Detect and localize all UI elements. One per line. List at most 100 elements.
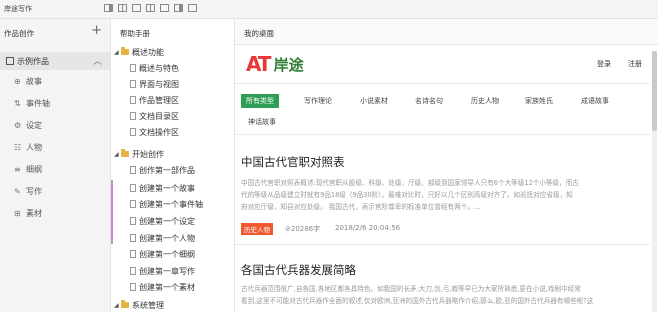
menu-item-setting[interactable]: ⚙ 设定 xyxy=(14,118,42,132)
timeline-icon: ⇅ xyxy=(14,98,21,108)
tree-folder[interactable]: ◢ 概述功能 xyxy=(114,44,164,60)
menu-item-label: 写作 xyxy=(26,186,42,196)
article-excerpt: 中国古代官职对照表概述:现代官职从股级、科级、处级、厅级、部级到国家领导人只有6… xyxy=(241,177,641,213)
tree-doc[interactable]: 文档操作区 xyxy=(130,124,179,140)
article-date: 2018/2/6 20:04:56 xyxy=(335,224,401,232)
brand-logo: AT 岸途 xyxy=(246,52,304,76)
article-excerpt: 古代兵器范围很广,自各国,各地区都各具特色。如我国的长矛,大刀,剑,弓,戟等早已… xyxy=(241,283,641,307)
title-bar: 岸途写作 xyxy=(0,0,658,19)
pencil-icon: ✎ xyxy=(14,186,21,196)
layout-right-icon[interactable] xyxy=(174,4,183,12)
tree-label: 创建第一个设定 xyxy=(139,216,195,226)
add-work-button[interactable]: + xyxy=(91,23,102,38)
scrollbar-thumb[interactable] xyxy=(652,51,657,131)
menu-item-label: 人物 xyxy=(26,142,42,152)
help-panel: 帮助手册 ◢ 概述功能 概述与特色 界面与视图 作品管理区 文档目录区 文档操作区… xyxy=(111,19,235,312)
document-icon xyxy=(130,200,136,208)
menu-item-timeline[interactable]: ⇅ 事件轴 xyxy=(14,96,50,110)
tree-doc[interactable]: 创建第一个事件轴 xyxy=(130,196,203,212)
tree-label: 创建第一个细纲 xyxy=(139,249,195,259)
category-famous-poems[interactable]: 名诗名句 xyxy=(415,94,443,108)
tree-doc[interactable]: 作品管理区 xyxy=(130,92,179,108)
excerpt-line: 代的等级从品级建立时就有9品18级（9品30阶）。最难对比时，只好以几个区别高级… xyxy=(241,191,573,199)
tab-bar: 我的桌面 xyxy=(235,19,658,45)
expand-arrow-icon[interactable]: ◢ xyxy=(114,151,121,158)
works-panel-header: 作品创作 + xyxy=(0,19,110,45)
tab-my-desktop[interactable]: 我的桌面 xyxy=(244,28,274,39)
category-writing-theory[interactable]: 写作理论 xyxy=(304,94,332,108)
expand-arrow-icon[interactable]: ◢ xyxy=(114,302,121,309)
divider xyxy=(235,83,650,84)
menu-item-characters[interactable]: ☷ 人物 xyxy=(14,140,42,154)
document-icon xyxy=(130,250,136,258)
tree-label: 概述功能 xyxy=(132,47,164,57)
works-panel: 作品创作 + 示例作品 ︿ ⊕ 故事 ⇅ 事件轴 ⚙ 设定 ☷ 人物 ≡ 细纲 ✎ 写作 ⊞… xyxy=(0,19,111,312)
article-title[interactable]: 中国古代官职对照表 xyxy=(241,154,345,170)
document-icon xyxy=(130,80,136,88)
chevron-up-icon[interactable]: ︿ xyxy=(93,54,102,67)
globe-icon: ⊕ xyxy=(14,76,21,86)
category-mythology[interactable]: 神话故事 xyxy=(248,115,276,129)
document-icon xyxy=(130,184,136,192)
menu-item-outline[interactable]: ≡ 细纲 xyxy=(14,162,42,176)
menu-item-label: 故事 xyxy=(26,76,42,86)
divider xyxy=(235,244,650,245)
tree-doc[interactable]: 创作第一部作品 xyxy=(130,162,195,178)
tree-doc[interactable]: 创建第一个设定 xyxy=(130,213,195,229)
menu-item-label: 设定 xyxy=(26,120,42,130)
document-icon xyxy=(130,64,136,72)
tree-doc[interactable]: 创建第一个人物 xyxy=(130,230,195,246)
tree-doc[interactable]: 概述与特色 xyxy=(130,60,179,76)
tree-doc[interactable]: 创建第一个素材 xyxy=(130,279,195,295)
word-count: ⊘20286字 xyxy=(285,225,321,233)
layout-left-icon[interactable] xyxy=(104,4,113,12)
tree-doc[interactable]: 创建第一章写作 xyxy=(130,263,195,279)
tree-label: 界面与视图 xyxy=(139,79,179,89)
help-panel-title: 帮助手册 xyxy=(120,29,150,38)
tree-folder[interactable]: ◢ 系统管理 xyxy=(114,297,164,313)
tree-doc[interactable]: 文档目录区 xyxy=(130,108,179,124)
tree-label: 文档操作区 xyxy=(139,127,179,137)
tree-label: 开始创作 xyxy=(132,149,164,159)
tree-folder[interactable]: ◢ 开始创作 xyxy=(114,146,164,162)
tree-doc[interactable]: 界面与视图 xyxy=(130,76,179,92)
document-icon xyxy=(130,96,136,104)
layout-full-icon[interactable] xyxy=(160,4,169,12)
view-toolbar xyxy=(104,4,197,12)
divider xyxy=(235,134,650,135)
gear-icon: ⚙ xyxy=(14,120,22,130)
tree-label: 概述与特色 xyxy=(139,63,179,73)
tree-label: 创建第一章写作 xyxy=(139,266,195,276)
sample-work-label: 示例作品 xyxy=(17,57,49,66)
register-link[interactable]: 注册 xyxy=(628,59,642,69)
document-icon xyxy=(130,283,136,291)
excerpt-line: 府对应厅级，知县对应处级。 我国古代，表示官阶尊卑的标准单位曾经有两个。... xyxy=(241,203,481,211)
excerpt-line: 看到,这里不可能对古代兵器作全面的叙述,仅对欧洲,亚洲的国外古代兵器略作介绍,那… xyxy=(241,297,594,305)
tree-label: 系统管理 xyxy=(132,300,164,310)
expand-arrow-icon[interactable]: ◢ xyxy=(114,49,121,56)
login-link[interactable]: 登录 xyxy=(597,59,611,69)
layout-columns-icon[interactable] xyxy=(146,4,155,12)
category-historical-figures[interactable]: 历史人物 xyxy=(471,94,499,108)
menu-item-materials[interactable]: ⊞ 素材 xyxy=(14,206,42,220)
article-tag[interactable]: 历史人物 xyxy=(241,223,273,235)
category-novel-material[interactable]: 小说素材 xyxy=(360,94,388,108)
category-family-surnames[interactable]: 家族姓氏 xyxy=(525,94,553,108)
category-idiom-stories[interactable]: 成语故事 xyxy=(581,94,609,108)
menu-item-writing[interactable]: ✎ 写作 xyxy=(14,184,42,198)
tree-doc[interactable]: 创建第一个细纲 xyxy=(130,246,195,262)
category-all[interactable]: 所有类型 xyxy=(241,94,279,108)
menu-item-story[interactable]: ⊕ 故事 xyxy=(14,74,42,88)
app-title: 岸途写作 xyxy=(4,5,32,13)
sample-work-item[interactable]: 示例作品 ︿ xyxy=(0,52,110,70)
article-title[interactable]: 各国古代兵器发展简略 xyxy=(241,262,356,278)
monitor-icon[interactable] xyxy=(188,4,197,12)
document-icon xyxy=(130,234,136,242)
people-icon: ☷ xyxy=(14,142,22,152)
document-icon xyxy=(130,128,136,136)
layout-single-icon[interactable] xyxy=(132,4,141,12)
selection-indicator xyxy=(111,180,113,244)
tree-label: 创作第一部作品 xyxy=(139,165,195,175)
tree-doc[interactable]: 创建第一个故事 xyxy=(130,180,195,196)
layout-split-icon[interactable] xyxy=(118,4,127,12)
